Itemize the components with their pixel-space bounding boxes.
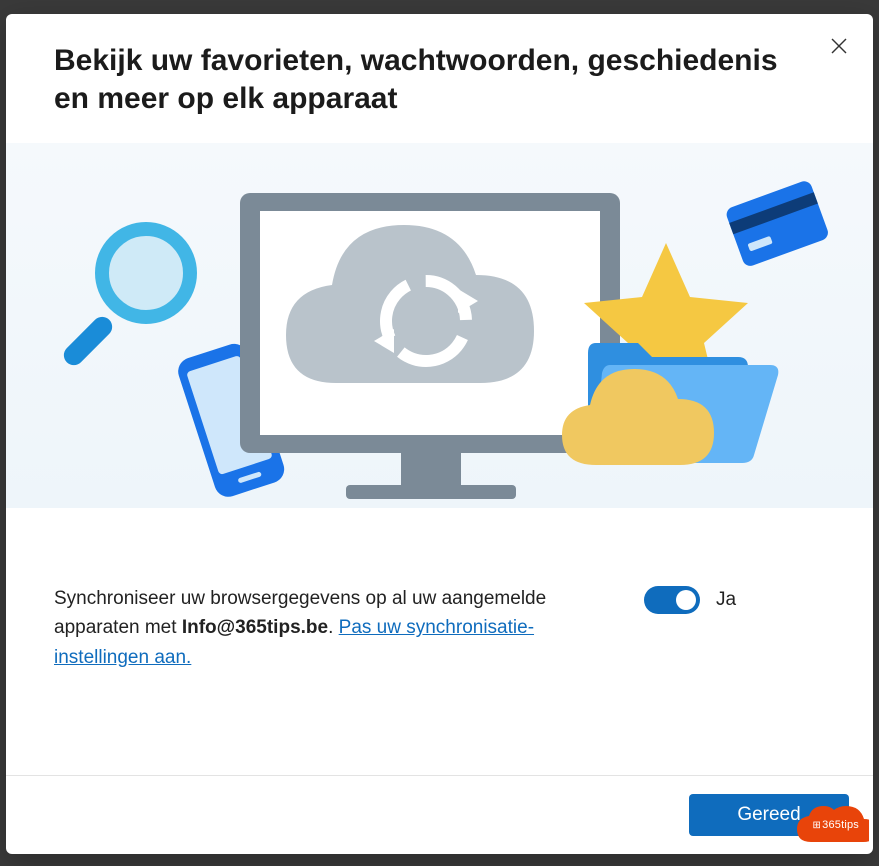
dialog-title: Bekijk uw favorieten, wachtwoorden, gesc… (54, 42, 813, 117)
close-button[interactable] (823, 30, 855, 62)
magnifier-icon (60, 229, 190, 369)
sync-description: Synchroniseer uw browsergegevens op al u… (54, 584, 614, 672)
sync-illustration (6, 143, 873, 508)
dialog-body: Synchroniseer uw browsergegevens op al u… (6, 508, 873, 702)
dialog-header: Bekijk uw favorieten, wachtwoorden, gesc… (6, 14, 873, 143)
sync-toggle[interactable] (644, 586, 700, 614)
credit-card-icon (724, 179, 830, 268)
close-icon (831, 38, 847, 54)
dialog-footer: Gereed ⊞365tips (6, 775, 873, 854)
toggle-knob (676, 590, 696, 610)
sync-toggle-label: Ja (716, 589, 736, 611)
sync-setup-dialog: Bekijk uw favorieten, wachtwoorden, gesc… (6, 14, 873, 854)
sync-account-label: Info@365tips.be (182, 617, 328, 638)
monitor-icon (240, 193, 620, 499)
badge-text: ⊞365tips (813, 819, 859, 831)
sync-description-post: . (328, 617, 339, 638)
site-badge: ⊞365tips (795, 806, 869, 848)
sync-toggle-group: Ja (644, 586, 736, 614)
